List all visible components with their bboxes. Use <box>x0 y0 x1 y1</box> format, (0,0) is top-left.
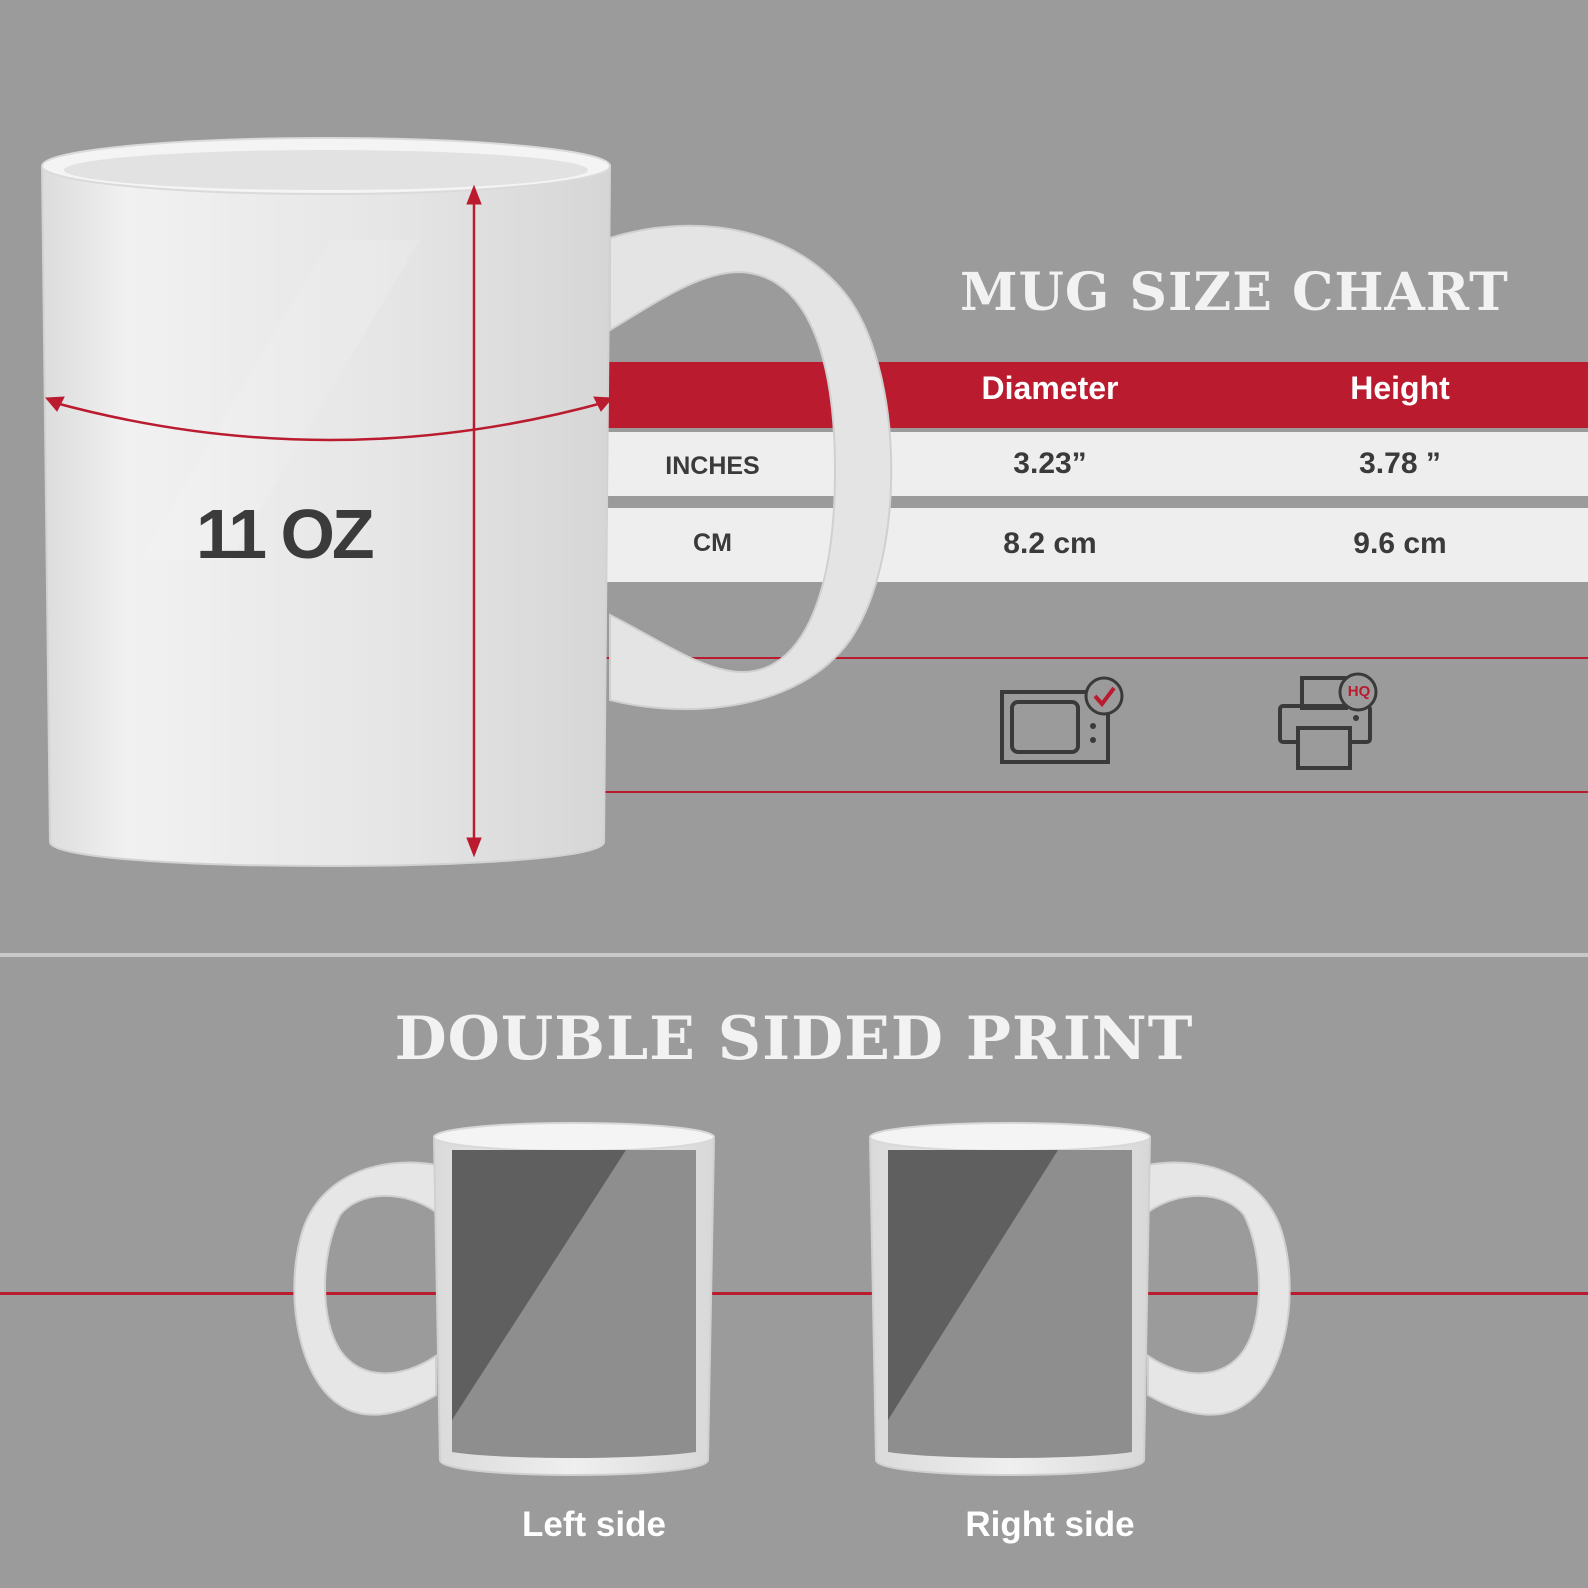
small-mugs-illustration <box>293 1122 1291 1476</box>
infographic: 11 OZ MUG SIZE CHART Diameter Height INC… <box>0 0 1588 1588</box>
right-side-mug <box>868 1122 1291 1476</box>
left-side-mug <box>293 1122 716 1476</box>
right-side-label: Right side <box>965 1505 1135 1544</box>
left-side-label: Left side <box>522 1505 666 1544</box>
